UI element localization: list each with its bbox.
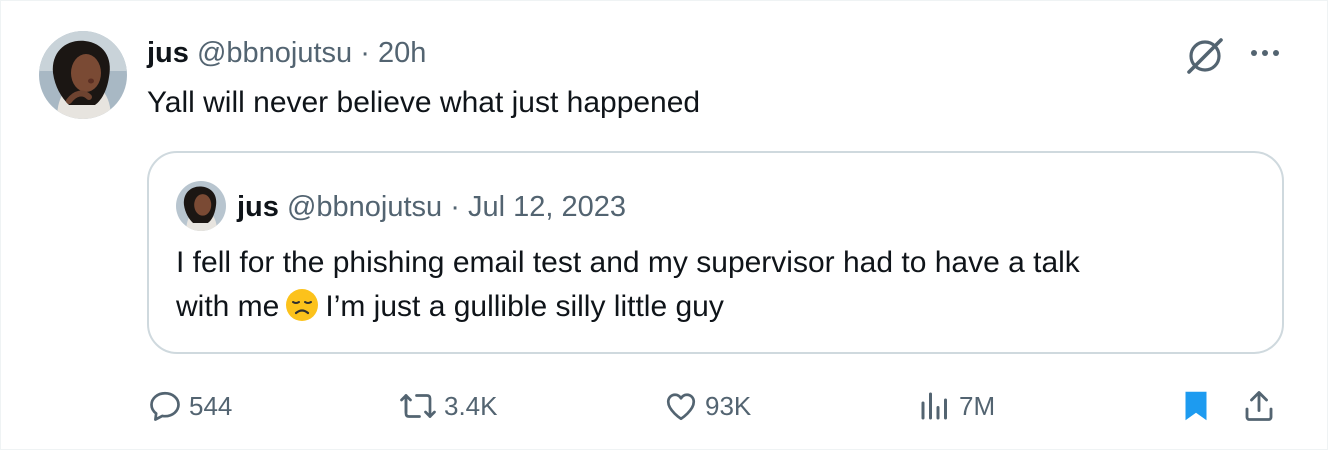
more-icon[interactable] (1245, 35, 1285, 75)
heart-icon (666, 393, 696, 421)
quote-text-line1: I fell for the phishing email test and m… (176, 246, 1080, 279)
share-button[interactable] (1241, 381, 1277, 431)
avatar-image (39, 31, 127, 119)
bookmark-icon (1185, 391, 1207, 421)
reply-icon (150, 391, 180, 421)
quote-text-before-emoji: with me (176, 290, 280, 323)
quote-separator: · (450, 191, 460, 223)
author-handle[interactable]: @bbnojutsu (197, 37, 352, 69)
repost-icon (400, 394, 436, 418)
quote-text: I fell for the phishing email test and m… (176, 241, 1256, 329)
quote-text-after-emoji: I’m just a gullible silly little guy (325, 290, 724, 323)
grok-icon[interactable] (1184, 35, 1226, 77)
quote-avatar[interactable] (176, 181, 226, 231)
reply-button[interactable]: 544 (147, 381, 232, 431)
like-button[interactable]: 93K (663, 381, 751, 431)
quote-text-line2: with me I’m just a gullible silly little… (176, 285, 1256, 329)
quote-author-handle[interactable]: @bbnojutsu (287, 191, 442, 223)
tweet-text: Yall will never believe what just happen… (147, 86, 701, 119)
disappointed-face-icon (285, 288, 319, 322)
repost-count: 3.4K (444, 390, 498, 421)
tweet-header: jus @bbnojutsu · 20h (147, 31, 426, 75)
view-count: 7M (959, 390, 996, 421)
like-count: 93K (705, 390, 752, 421)
quote-author-name[interactable]: jus (237, 191, 279, 223)
share-icon (1245, 391, 1273, 421)
views-button[interactable]: 7M (917, 381, 995, 431)
quoted-tweet[interactable]: jus @bbnojutsu · Jul 12, 2023 I fell for… (147, 151, 1284, 354)
action-bar: 544 3.4K 93K 7M (1, 381, 1328, 431)
tweet-card[interactable]: jus @bbnojutsu · 20h Yall will never bel… (0, 0, 1328, 450)
quote-date[interactable]: Jul 12, 2023 (468, 191, 626, 223)
avatar[interactable] (39, 31, 127, 119)
repost-button[interactable]: 3.4K (398, 381, 498, 431)
quote-header: jus @bbnojutsu · Jul 12, 2023 (237, 185, 626, 229)
reply-count: 544 (189, 390, 233, 421)
views-icon (921, 392, 947, 420)
bookmark-button[interactable] (1178, 381, 1214, 431)
tweet-time[interactable]: 20h (378, 37, 426, 69)
separator: · (360, 37, 370, 69)
quote-avatar-image (176, 181, 226, 231)
author-name[interactable]: jus (147, 37, 189, 69)
